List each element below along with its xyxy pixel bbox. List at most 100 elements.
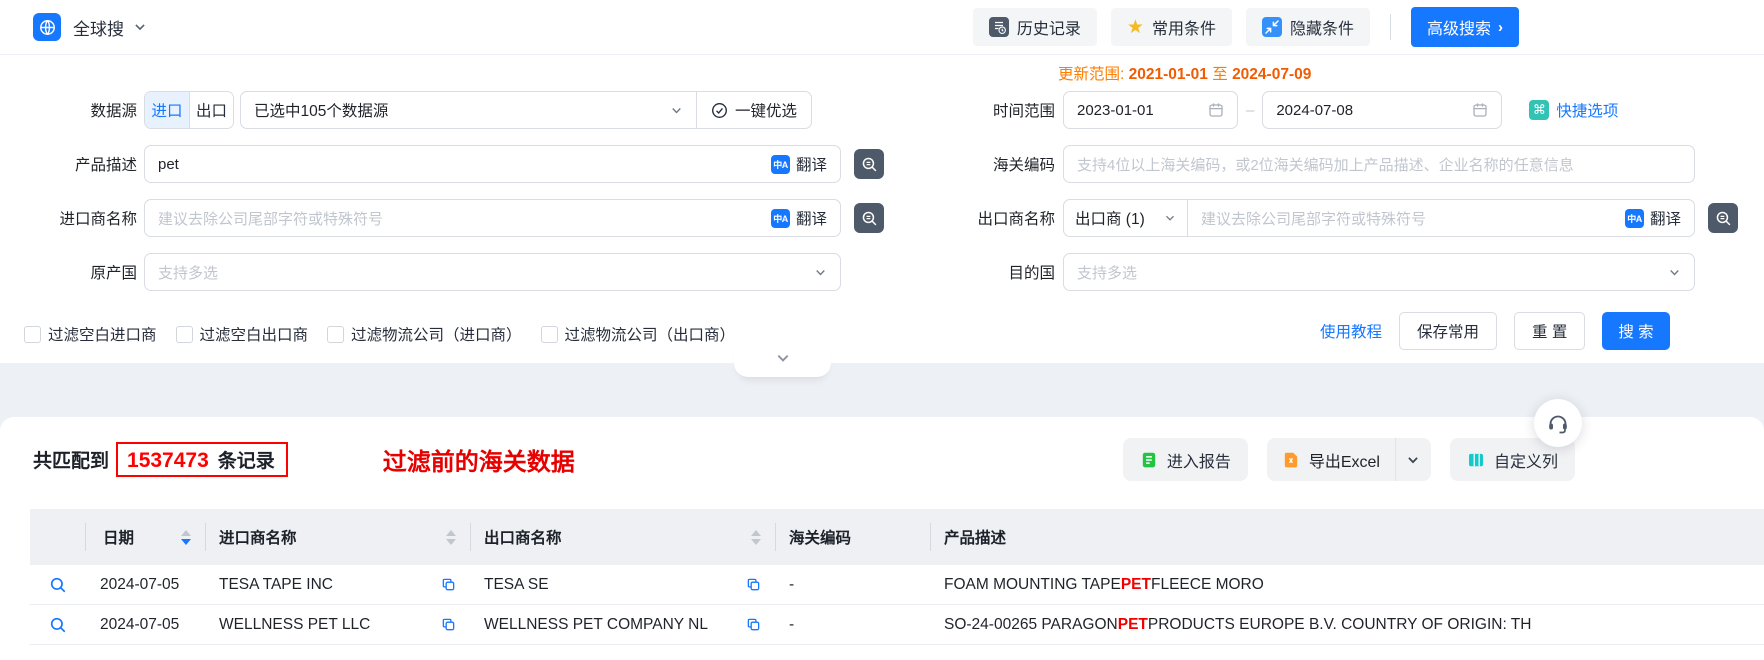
export-tab[interactable]: 出口 <box>189 92 233 128</box>
sort-importer[interactable] <box>446 529 456 545</box>
checkbox[interactable] <box>540 325 558 343</box>
update-range-end: 2024-07-09 <box>1232 66 1312 83</box>
results-toolbar: 进入报告 导出Excel 自定义列 <box>1122 438 1575 481</box>
results-table: 日期 进口商名称 出口商名称 海关编码 产品描述 2024-07-05 TESA… <box>30 509 1764 645</box>
column-hs-code[interactable]: 海关编码 <box>775 509 930 565</box>
advanced-search-button[interactable]: 高级搜索 › <box>1410 7 1519 47</box>
data-source-select[interactable]: 已选中105个数据源 <box>241 92 696 128</box>
magnifier-icon <box>50 577 65 592</box>
column-product-desc[interactable]: 产品描述 <box>930 509 1764 565</box>
hide-conditions-button[interactable]: 隐藏条件 <box>1245 8 1370 46</box>
product-desc-value: pet <box>158 155 179 173</box>
table-row: 2024-07-05 WELLNESS PET LLC WELLNESS PET… <box>30 605 1764 645</box>
translate-button[interactable]: 中A 翻译 <box>1624 207 1681 229</box>
tutorial-link[interactable]: 使用教程 <box>1320 320 1382 342</box>
favorites-button[interactable]: ★ 常用条件 <box>1110 8 1232 46</box>
hs-code-cell: - <box>789 615 795 633</box>
origin-country-placeholder: 支持多选 <box>158 264 219 282</box>
exporter-type-select[interactable]: 出口商 (1) <box>1064 200 1188 236</box>
collapse-icon <box>1261 17 1282 37</box>
reset-button[interactable]: 重 置 <box>1514 312 1586 350</box>
translate-button[interactable]: 中A 翻译 <box>770 207 827 229</box>
importer-name-input[interactable]: 建议去除公司尾部字符或特殊符号 中A 翻译 <box>144 199 841 237</box>
translate-label: 翻译 <box>1649 211 1681 228</box>
preview-cell[interactable] <box>30 565 85 604</box>
importer-name: TESA TAPE INC <box>219 575 333 593</box>
chevron-down-icon <box>814 266 827 279</box>
export-options-caret[interactable] <box>1394 438 1431 481</box>
sort-exporter[interactable] <box>751 529 761 545</box>
update-range-start: 2021-01-01 <box>1128 66 1208 83</box>
export-excel-split-button: 导出Excel <box>1266 438 1431 481</box>
copy-icon[interactable] <box>433 577 456 592</box>
checkbox[interactable] <box>175 325 193 343</box>
enter-report-label: 进入报告 <box>1166 453 1231 471</box>
sort-date[interactable] <box>181 529 191 545</box>
exact-search-icon <box>862 211 876 225</box>
copy-icon[interactable] <box>433 617 456 632</box>
globe-icon <box>39 19 55 35</box>
filter-logistics-importer[interactable]: 过滤物流公司（进口商） <box>327 323 522 345</box>
translate-button[interactable]: 中A 翻译 <box>770 153 827 175</box>
app-switch-chevron-icon[interactable] <box>133 20 147 34</box>
hs-code-placeholder: 支持4位以上海关编码，或2位海关编码加上产品描述、企业名称的任意信息 <box>1077 156 1574 174</box>
copy-icon[interactable] <box>738 617 761 632</box>
dest-country-select[interactable]: 支持多选 <box>1063 253 1695 291</box>
collapse-form-handle[interactable] <box>734 339 831 377</box>
filter-logistics-exporter[interactable]: 过滤物流公司（出口商） <box>540 323 735 345</box>
topbar: 全球搜 历史记录 ★ 常用条件 隐藏条件 高级搜索 › <box>0 0 1764 55</box>
copy-icon[interactable] <box>738 577 761 592</box>
column-expand <box>30 509 85 565</box>
update-range-to: 至 <box>1212 66 1228 83</box>
column-exporter[interactable]: 出口商名称 <box>470 509 775 565</box>
start-date-input[interactable]: 2023-01-01 <box>1063 91 1238 129</box>
origin-country-select[interactable]: 支持多选 <box>144 253 841 291</box>
exact-match-button[interactable] <box>1708 203 1738 233</box>
results-section: 共匹配到 1537473 条记录 过滤前的海关数据 进入报告 导出Excel 自… <box>0 363 1764 660</box>
exact-search-icon <box>1716 211 1730 225</box>
filter-blank-exporter[interactable]: 过滤空白出口商 <box>175 323 308 345</box>
matched-prefix: 共匹配到 <box>33 451 110 472</box>
update-range-label: 更新范围: <box>1058 66 1125 83</box>
history-button[interactable]: 历史记录 <box>972 8 1097 46</box>
exact-match-button[interactable] <box>854 149 884 179</box>
column-date[interactable]: 日期 <box>85 509 205 565</box>
one-click-optimize-button[interactable]: 一键优选 <box>695 92 811 128</box>
import-tab[interactable]: 进口 <box>145 92 189 128</box>
hs-code-input[interactable]: 支持4位以上海关编码，或2位海关编码加上产品描述、企业名称的任意信息 <box>1063 145 1695 183</box>
chevron-down-icon <box>1668 266 1681 279</box>
chevron-down-icon <box>670 104 683 117</box>
preview-cell[interactable] <box>30 605 85 644</box>
column-importer[interactable]: 进口商名称 <box>205 509 470 565</box>
favorites-label: 常用条件 <box>1151 21 1216 38</box>
filter-blank-importer[interactable]: 过滤空白进口商 <box>24 323 157 345</box>
enter-report-button[interactable]: 进入报告 <box>1122 438 1248 481</box>
update-range: 更新范围: 2021-01-01 至 2024-07-09 <box>1058 62 1311 84</box>
end-date-input[interactable]: 2024-07-08 <box>1262 91 1503 129</box>
data-source-combo: 已选中105个数据源 一键优选 <box>240 91 812 129</box>
translate-icon: 中A <box>1624 208 1644 228</box>
exporter-name: TESA SE <box>484 575 549 593</box>
form-actions: 使用教程 保存常用 重 置 搜 索 <box>1320 311 1670 351</box>
records-suffix: 条记录 <box>217 451 275 472</box>
checkbox[interactable] <box>24 325 41 343</box>
table-header-row: 日期 进口商名称 出口商名称 海关编码 产品描述 <box>30 509 1764 565</box>
checkbox[interactable] <box>327 325 345 343</box>
dest-country-placeholder: 支持多选 <box>1077 264 1138 282</box>
quick-options-link[interactable]: ⌘ 快捷选项 <box>1529 99 1618 121</box>
dest-country-label: 目的国 <box>1008 265 1055 282</box>
save-common-button[interactable]: 保存常用 <box>1399 312 1498 350</box>
calendar-icon <box>1208 102 1224 118</box>
export-excel-button[interactable]: 导出Excel <box>1267 438 1395 481</box>
translate-icon: 中A <box>770 154 790 174</box>
exporter-name-placeholder: 建议去除公司尾部字符或特殊符号 <box>1201 210 1427 228</box>
chevron-down-icon <box>1408 456 1419 463</box>
exact-match-button[interactable] <box>854 203 884 233</box>
topbar-divider <box>1389 14 1391 40</box>
translate-label: 翻译 <box>795 157 827 174</box>
search-button[interactable]: 搜 索 <box>1602 312 1670 350</box>
customer-service-button[interactable] <box>1534 399 1582 447</box>
importer-name: WELLNESS PET LLC <box>219 615 371 633</box>
product-desc-input[interactable]: pet 中A 翻译 <box>144 145 841 183</box>
exporter-name-input[interactable]: 建议去除公司尾部字符或特殊符号 中A 翻译 <box>1188 200 1694 236</box>
